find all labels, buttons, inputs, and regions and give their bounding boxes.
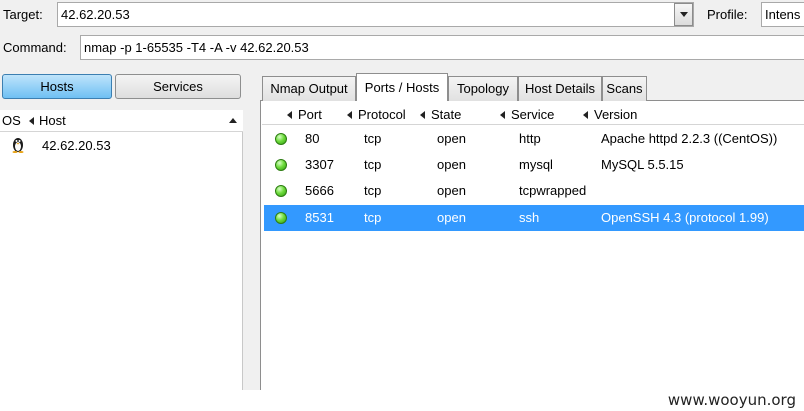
command-input[interactable]: nmap -p 1-65535 -T4 -A -v 42.62.20.53 (80, 35, 804, 60)
port-cell: 3307 (305, 157, 334, 172)
sort-left-icon (583, 110, 588, 119)
port-cell: 5666 (305, 183, 334, 198)
table-row[interactable]: 80 tcp open http Apache httpd 2.2.3 ((Ce… (264, 126, 804, 152)
target-label: Target: (3, 7, 43, 22)
version-cell: Apache httpd 2.2.3 ((CentOS)) (601, 131, 778, 146)
tab-nmap-output[interactable]: Nmap Output (262, 76, 356, 101)
status-open-icon (275, 212, 287, 224)
services-button[interactable]: Services (115, 74, 241, 99)
protocol-column-header[interactable]: Protocol (347, 104, 406, 125)
command-label: Command: (3, 40, 67, 55)
sort-left-icon (29, 116, 35, 125)
tab-ports-hosts[interactable]: Ports / Hosts (356, 73, 448, 101)
state-cell: open (437, 183, 466, 198)
state-cell: open (437, 157, 466, 172)
protocol-cell: tcp (364, 157, 382, 172)
profile-label: Profile: (707, 7, 748, 22)
os-column-header[interactable]: OS (2, 113, 35, 128)
table-row-selected[interactable]: 8531 tcp open ssh OpenSSH 4.3 (protocol … (264, 205, 804, 231)
state-cell: open (437, 131, 466, 146)
host-address: 42.62.20.53 (42, 138, 111, 153)
tab-scans[interactable]: Scans (602, 76, 647, 101)
protocol-cell: tcp (364, 210, 382, 225)
version-cell: OpenSSH 4.3 (protocol 1.99) (601, 210, 769, 225)
protocol-cell: tcp (364, 183, 382, 198)
profile-select[interactable]: Intens (761, 2, 804, 27)
state-cell: open (437, 210, 466, 225)
service-cell: tcpwrapped (519, 183, 587, 198)
chevron-down-icon (679, 12, 688, 17)
linux-penguin-icon (12, 138, 24, 153)
hosts-button[interactable]: Hosts (2, 74, 112, 99)
port-cell: 8531 (305, 210, 334, 225)
host-list-header: OS Host (0, 110, 243, 132)
target-dropdown-button[interactable] (674, 3, 693, 26)
status-open-icon (275, 159, 287, 171)
service-cell: ssh (519, 210, 540, 225)
sort-up-icon (229, 118, 237, 123)
table-row[interactable]: 5666 tcp open tcpwrapped (264, 178, 804, 204)
state-column-header[interactable]: State (420, 104, 461, 125)
sort-left-icon (347, 110, 352, 119)
host-list-item[interactable]: 42.62.20.53 (0, 134, 243, 156)
status-open-icon (275, 185, 287, 197)
sort-left-icon (420, 110, 425, 119)
service-cell: http (519, 131, 541, 146)
sort-left-icon (500, 110, 505, 119)
port-cell: 80 (305, 131, 320, 146)
status-open-icon (275, 133, 287, 145)
target-input[interactable]: 42.62.20.53 (57, 2, 694, 27)
watermark-text: www.wooyun.org (665, 391, 798, 409)
target-input-value: 42.62.20.53 (61, 7, 130, 22)
service-column-header[interactable]: Service (500, 104, 554, 125)
table-row[interactable]: 3307 tcp open mysql MySQL 5.5.15 (264, 152, 804, 178)
sort-left-icon (287, 110, 292, 119)
profile-select-value: Intens (765, 7, 801, 22)
version-cell: MySQL 5.5.15 (601, 157, 684, 172)
service-cell: mysql (519, 157, 553, 172)
version-column-header[interactable]: Version (583, 104, 637, 125)
host-column-header[interactable]: Host (39, 113, 66, 128)
protocol-cell: tcp (364, 131, 382, 146)
tab-topology[interactable]: Topology (448, 76, 518, 101)
command-input-value: nmap -p 1-65535 -T4 -A -v 42.62.20.53 (84, 40, 309, 55)
tab-host-details[interactable]: Host Details (518, 76, 602, 101)
port-column-header[interactable]: Port (287, 104, 322, 125)
